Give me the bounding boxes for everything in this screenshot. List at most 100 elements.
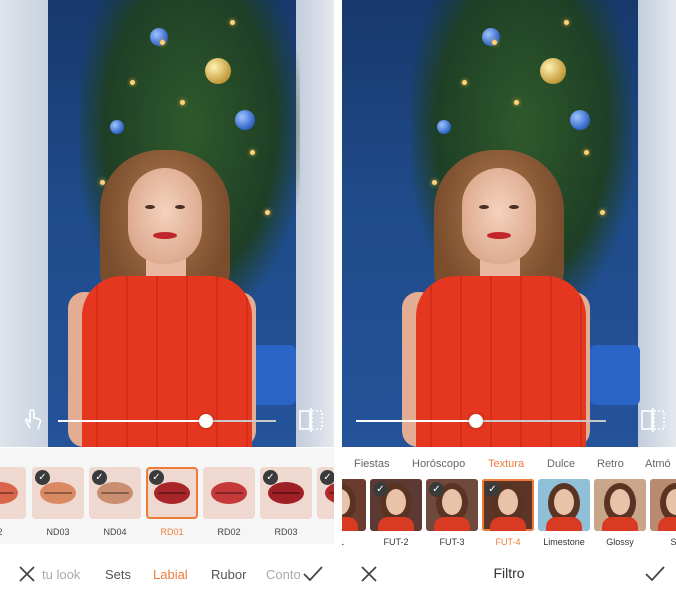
lipstick-option-label: ND04 xyxy=(103,527,127,537)
tree-light xyxy=(230,20,235,25)
lipstick-option-rd02[interactable] xyxy=(203,467,255,519)
bottom-toolbar: tu look Sets Labial Rubor Conto xyxy=(0,548,334,600)
filter-preview-dress xyxy=(490,517,526,531)
filter-category-fiestas[interactable]: Fiestas xyxy=(354,458,389,470)
face xyxy=(462,168,536,264)
blue-ornament xyxy=(110,120,124,134)
slider-knob[interactable] xyxy=(469,414,483,428)
gold-ornament xyxy=(205,58,231,84)
filter-preview-face xyxy=(498,489,518,515)
eye xyxy=(479,205,489,209)
filter-category-textura[interactable]: Textura xyxy=(488,458,524,470)
blue-ornament xyxy=(437,120,451,134)
tree-light xyxy=(492,40,497,45)
lipstick-option-nd03[interactable]: ✓ xyxy=(32,467,84,519)
lipstick-option-label: RD03 xyxy=(274,527,298,537)
compare-icon[interactable] xyxy=(298,408,324,432)
lipstick-option-rd01[interactable]: ✓ xyxy=(146,467,198,519)
lipstick-option-label: RD01 xyxy=(160,527,184,537)
filter-option-fut-4[interactable]: ✓ xyxy=(482,479,534,531)
lipstick-option-label: 2 xyxy=(0,527,26,537)
category-rubor[interactable]: Rubor xyxy=(211,567,246,582)
filter-option-se[interactable] xyxy=(650,479,676,531)
tree-light xyxy=(462,80,467,85)
filter-option-fut-3[interactable]: ✓ xyxy=(426,479,478,531)
compare-icon[interactable] xyxy=(640,408,666,432)
category-sets[interactable]: Sets xyxy=(105,567,131,582)
blue-ornament xyxy=(235,110,255,130)
filter-option-label: Limestone xyxy=(543,537,585,547)
lipstick-option-label: R xyxy=(317,527,334,537)
tree-light xyxy=(432,180,437,185)
eye xyxy=(145,205,155,209)
tree-light xyxy=(130,80,135,85)
lipstick-options-strip[interactable]: 2 ✓ ND03 ✓ ND04 ✓ RD01 RD02 ✓ RD03 ✓ R xyxy=(0,448,334,544)
tree-light xyxy=(265,210,270,215)
slider-fill xyxy=(356,420,476,422)
check-icon: ✓ xyxy=(35,470,50,485)
lipstick-option-2[interactable] xyxy=(0,467,26,519)
intensity-slider[interactable] xyxy=(58,414,276,428)
tree-light xyxy=(250,150,255,155)
photo-canvas[interactable] xyxy=(0,0,334,447)
slider-fill xyxy=(58,420,207,422)
blue-ornament xyxy=(150,28,168,46)
filter-category-dulce[interactable]: Dulce xyxy=(547,458,575,470)
filter-preview-face xyxy=(610,489,630,515)
photo-right-edge xyxy=(296,0,334,447)
tree-light xyxy=(600,210,605,215)
check-icon: ✓ xyxy=(485,482,500,497)
lip-swatch xyxy=(154,482,190,504)
eye xyxy=(509,205,519,209)
photo-left-edge xyxy=(0,0,48,447)
filter-option-label: FUT-2 xyxy=(383,537,409,547)
screen-title: Filtro xyxy=(493,565,525,581)
lipstick-option-r[interactable]: ✓ xyxy=(317,467,334,519)
lip-swatch xyxy=(325,482,334,504)
close-icon[interactable] xyxy=(18,565,36,583)
tree-light xyxy=(564,20,569,25)
photo-canvas[interactable] xyxy=(342,0,676,447)
category-labial[interactable]: Labial xyxy=(153,567,188,582)
blue-ornament xyxy=(570,110,590,130)
photo-right-edge xyxy=(638,0,676,447)
filter-category-atmosfera[interactable]: Atmó xyxy=(645,458,671,470)
tree-light xyxy=(160,40,165,45)
filter-option-fut-2[interactable]: ✓ xyxy=(370,479,422,531)
hand-touch-icon[interactable] xyxy=(22,408,44,432)
filter-option--1[interactable] xyxy=(342,479,366,531)
check-icon: ✓ xyxy=(429,482,444,497)
checkmark-icon[interactable] xyxy=(644,565,666,583)
filter-category-retro[interactable]: Retro xyxy=(597,458,624,470)
category-tu-look[interactable]: tu look xyxy=(42,567,80,582)
filter-option-glossy[interactable] xyxy=(594,479,646,531)
filter-intensity-slider[interactable] xyxy=(356,414,606,428)
lips xyxy=(153,232,177,239)
lips xyxy=(487,232,511,239)
filter-preview-dress xyxy=(434,517,470,531)
tree-light xyxy=(180,100,185,105)
filter-option-label: FUT-3 xyxy=(439,537,465,547)
lip-swatch xyxy=(97,482,133,504)
lip-swatch xyxy=(211,482,247,504)
filter-option-label: FUT-4 xyxy=(495,537,521,547)
filter-preview-face xyxy=(386,489,406,515)
filter-category-horoscopo[interactable]: Horóscopo xyxy=(412,458,465,470)
filter-category-bar: Fiestas Horóscopo Textura Dulce Retro At… xyxy=(342,447,676,477)
filter-option-limestone[interactable] xyxy=(538,479,590,531)
filter-thumbnails-strip[interactable]: -1✓FUT-2✓FUT-3✓FUT-4LimestoneGlossySe xyxy=(342,477,676,548)
filter-option-label: Glossy xyxy=(606,537,634,547)
lipstick-option-label: RD02 xyxy=(217,527,241,537)
lipstick-option-nd04[interactable]: ✓ xyxy=(89,467,141,519)
lip-swatch xyxy=(40,482,76,504)
lip-swatch xyxy=(268,482,304,504)
eye xyxy=(175,205,185,209)
gold-ornament xyxy=(540,58,566,84)
lip-swatch xyxy=(0,482,18,504)
lipstick-option-rd03[interactable]: ✓ xyxy=(260,467,312,519)
checkmark-icon[interactable] xyxy=(302,565,324,583)
app-screens: 2 ✓ ND03 ✓ ND04 ✓ RD01 RD02 ✓ RD03 ✓ R tu look Sets… xyxy=(0,0,676,600)
category-contorno[interactable]: Conto xyxy=(266,567,301,582)
makeup-screen: 2 ✓ ND03 ✓ ND04 ✓ RD01 RD02 ✓ RD03 ✓ R tu look Sets… xyxy=(0,0,334,600)
filter-preview-face xyxy=(554,489,574,515)
